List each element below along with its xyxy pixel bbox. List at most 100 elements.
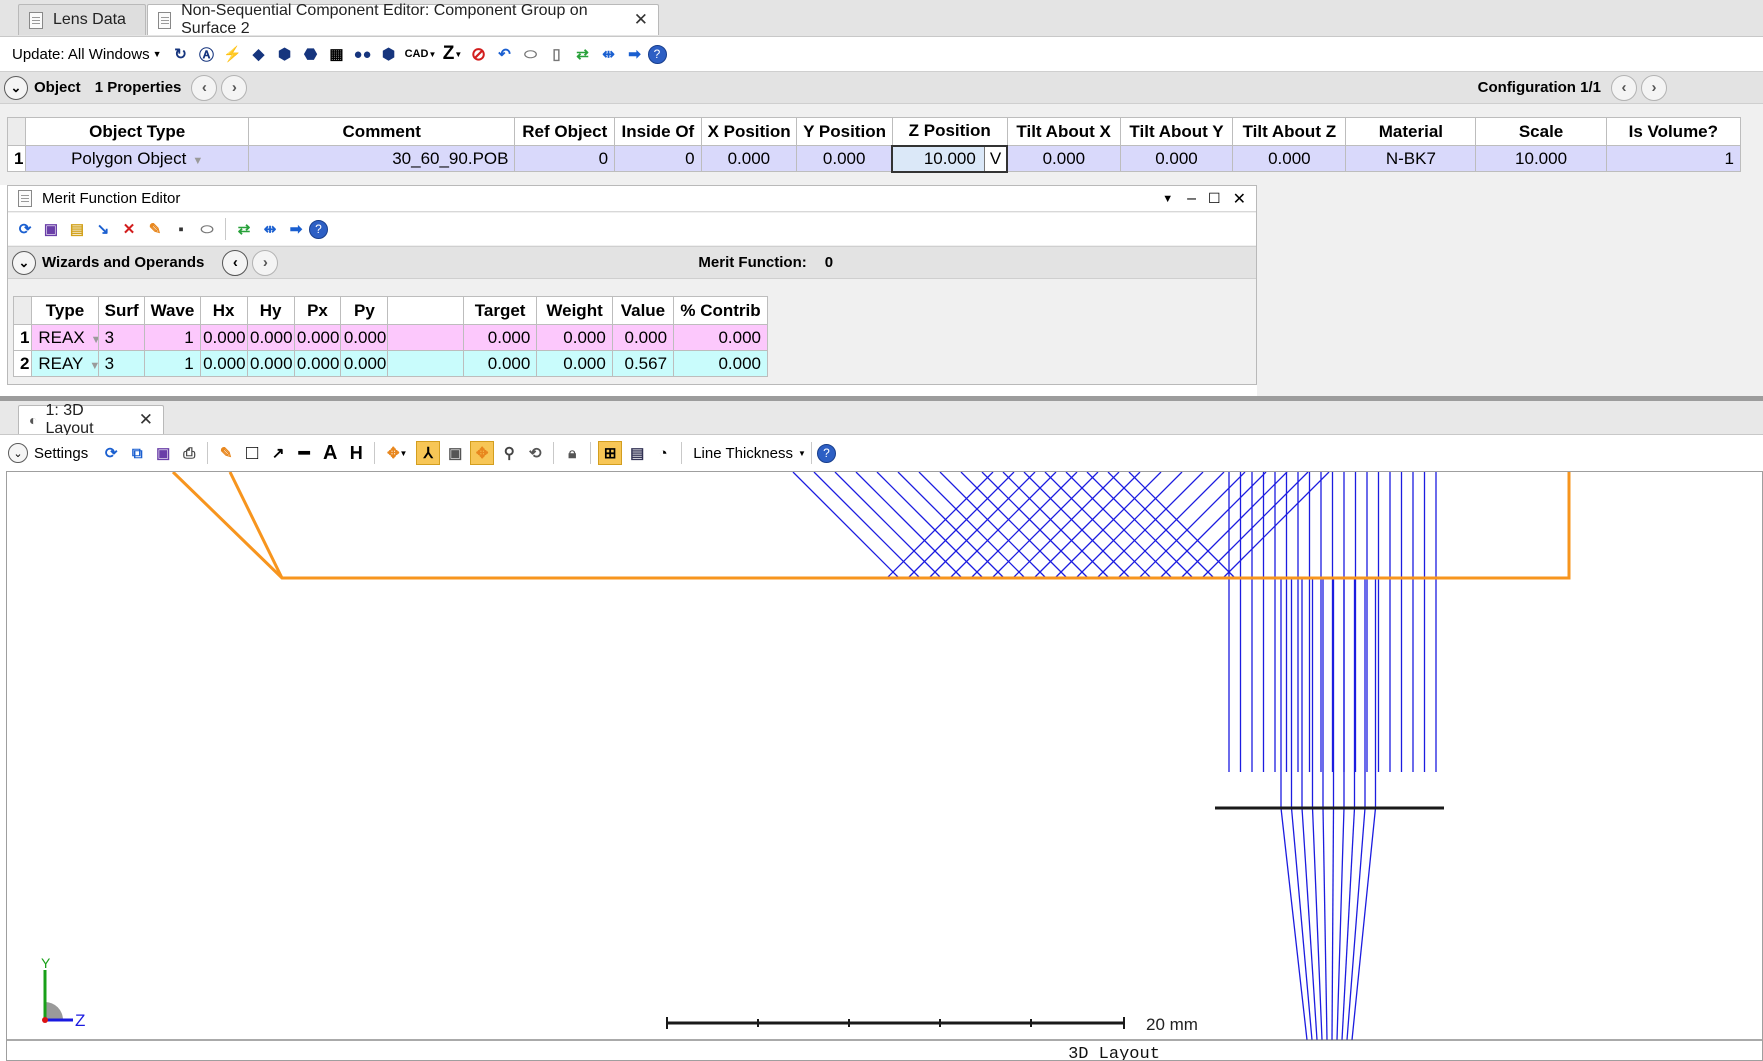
page-icon[interactable]: ▯ bbox=[546, 43, 568, 65]
refresh-all-icon[interactable]: ↻ bbox=[170, 43, 192, 65]
dropdown-arrow-icon[interactable]: ▼ bbox=[91, 334, 98, 346]
col-header[interactable]: Weight bbox=[536, 296, 613, 325]
empty-cell[interactable] bbox=[387, 350, 464, 377]
right-arrow-icon[interactable]: ➡ bbox=[624, 43, 646, 65]
corner-cell[interactable] bbox=[12, 296, 33, 325]
right-arrow-icon[interactable]: ➡ bbox=[285, 218, 307, 240]
zemax-dropdown[interactable]: Z ▼ bbox=[442, 43, 464, 65]
corner-cell[interactable] bbox=[6, 117, 27, 146]
save-icon[interactable]: ▣ bbox=[152, 442, 174, 464]
layout-plot-area[interactable]: 20 mm Y Z 3D Layout bbox=[6, 471, 1763, 1061]
next-arrow-icon[interactable]: › bbox=[221, 74, 248, 101]
ref-object-cell[interactable]: 0 bbox=[514, 145, 616, 172]
col-header[interactable]: % Contrib bbox=[673, 296, 768, 325]
hy-cell[interactable]: 0.000 bbox=[246, 324, 295, 351]
y-position-cell[interactable]: 0.000 bbox=[796, 145, 893, 172]
cad-dropdown[interactable]: CAD ▼ bbox=[404, 43, 438, 65]
prev-arrow-icon[interactable]: ‹ bbox=[191, 74, 218, 101]
mfe-title-bar[interactable]: Merit Function Editor ▼ – ☐ ✕ bbox=[8, 186, 1256, 212]
target-cell[interactable]: 0.000 bbox=[462, 350, 538, 377]
col-header[interactable]: Inside Of bbox=[614, 117, 702, 146]
reset-view-icon[interactable]: ⟲ bbox=[524, 442, 546, 464]
config-next-icon[interactable]: › bbox=[1641, 74, 1667, 101]
col-header[interactable]: Px bbox=[293, 296, 342, 325]
col-header[interactable]: Scale bbox=[1475, 117, 1607, 146]
wizard-icon[interactable]: ✎ bbox=[144, 218, 166, 240]
line-thickness-dropdown[interactable]: Line Thickness ▼ bbox=[693, 445, 806, 462]
collapse-icon[interactable]: ⌄ bbox=[4, 75, 28, 100]
py-cell[interactable]: 0.000 bbox=[340, 324, 389, 351]
text-icon[interactable]: A bbox=[319, 442, 341, 464]
solve-button[interactable]: V bbox=[983, 147, 1006, 170]
col-header[interactable]: Comment bbox=[248, 117, 516, 146]
settings-collapse-icon[interactable]: ⌄ bbox=[8, 443, 28, 463]
help-icon[interactable]: ? bbox=[309, 219, 328, 239]
dots-icon[interactable]: ●● bbox=[352, 43, 374, 65]
is-volume-cell[interactable]: 1 bbox=[1605, 145, 1742, 172]
close-icon[interactable]: ✕ bbox=[139, 410, 153, 430]
py-cell[interactable]: 0.000 bbox=[340, 350, 389, 377]
dropdown-arrow-icon[interactable]: ▼ bbox=[192, 155, 203, 167]
line-icon[interactable]: ━ bbox=[293, 442, 315, 464]
z-position-cell[interactable]: 10.000 V bbox=[891, 144, 1009, 173]
col-header[interactable]: Py bbox=[340, 296, 389, 325]
inside-of-cell[interactable]: 0 bbox=[614, 145, 702, 172]
lock-icon[interactable]: 🔒︎ bbox=[561, 442, 583, 464]
col-header[interactable]: Tilt About Z bbox=[1232, 117, 1347, 146]
object-icon[interactable]: ⬢ bbox=[378, 43, 400, 65]
settings-label[interactable]: Settings bbox=[34, 445, 88, 462]
next-arrow-icon[interactable]: › bbox=[252, 249, 279, 276]
col-header[interactable]: Is Volume? bbox=[1605, 117, 1742, 146]
surf-cell[interactable]: 3 bbox=[97, 350, 145, 377]
shaded-model-icon[interactable]: ⬣ bbox=[300, 43, 322, 65]
rotate-dropdown-icon[interactable]: ✥ ▼ bbox=[382, 442, 412, 464]
toggle-icon[interactable]: ⬭ bbox=[196, 218, 218, 240]
tab-3d-layout[interactable]: ◐ 1: 3D Layout ✕ bbox=[18, 402, 164, 437]
help-icon[interactable]: ? bbox=[816, 443, 836, 463]
tilt-z-cell[interactable]: 0.000 bbox=[1232, 145, 1347, 172]
col-header[interactable]: Material bbox=[1345, 117, 1477, 146]
col-header[interactable]: Y Position bbox=[796, 117, 893, 146]
col-header[interactable] bbox=[387, 296, 464, 325]
ray-trace-icon[interactable]: ⚡ bbox=[222, 43, 244, 65]
col-header[interactable]: Hy bbox=[246, 296, 295, 325]
layout-icon[interactable]: ◆ bbox=[248, 43, 270, 65]
toggle-icon[interactable]: ⬭ bbox=[520, 43, 542, 65]
col-header[interactable]: Target bbox=[462, 296, 538, 325]
camera-icon[interactable]: ▣ bbox=[444, 442, 466, 464]
col-header[interactable]: Value bbox=[611, 296, 675, 325]
delete-icon[interactable]: ✕ bbox=[118, 218, 140, 240]
tilt-y-cell[interactable]: 0.000 bbox=[1119, 145, 1234, 172]
window-icon[interactable]: ▤ bbox=[626, 442, 648, 464]
config-prev-icon[interactable]: ‹ bbox=[1611, 74, 1637, 101]
insert-icon[interactable]: ↘ bbox=[92, 218, 114, 240]
weight-cell[interactable]: 0.000 bbox=[536, 324, 613, 351]
rectangle-icon[interactable]: □ bbox=[241, 442, 263, 464]
dimension-icon[interactable]: H bbox=[345, 442, 367, 464]
px-cell[interactable]: 0.000 bbox=[293, 350, 342, 377]
close-icon[interactable]: ✕ bbox=[1233, 189, 1246, 209]
wave-cell[interactable]: 1 bbox=[143, 324, 201, 351]
stop-icon[interactable]: ⊘ bbox=[468, 43, 490, 65]
wave-cell[interactable]: 1 bbox=[143, 350, 201, 377]
print-icon[interactable]: ⎙ bbox=[178, 442, 200, 464]
maximize-icon[interactable]: ☐ bbox=[1208, 190, 1221, 207]
copy-icon[interactable]: ⧉ bbox=[126, 442, 148, 464]
x-position-cell[interactable]: 0.000 bbox=[700, 145, 798, 172]
save-icon[interactable]: ▣ bbox=[40, 218, 62, 240]
row-number[interactable]: 2 bbox=[12, 350, 33, 377]
close-icon[interactable]: ✕ bbox=[634, 10, 648, 30]
col-header[interactable]: Type bbox=[31, 296, 99, 325]
clock-icon[interactable]: ◔ bbox=[652, 442, 674, 464]
zoom-icon[interactable]: ⚲ bbox=[498, 442, 520, 464]
row-number[interactable]: 1 bbox=[12, 324, 33, 351]
col-header[interactable]: Wave bbox=[143, 296, 201, 325]
pencil-icon[interactable]: ✎ bbox=[215, 442, 237, 464]
axes-icon[interactable]: ⅄ bbox=[416, 441, 441, 465]
weight-cell[interactable]: 0.000 bbox=[536, 350, 613, 377]
undo-icon[interactable]: ↶ bbox=[494, 43, 516, 65]
type-cell[interactable]: REAX ▼ bbox=[31, 324, 99, 351]
col-header[interactable]: X Position bbox=[700, 117, 798, 146]
tab-lens-data[interactable]: Lens Data bbox=[18, 4, 146, 35]
empty-cell[interactable] bbox=[387, 324, 464, 351]
